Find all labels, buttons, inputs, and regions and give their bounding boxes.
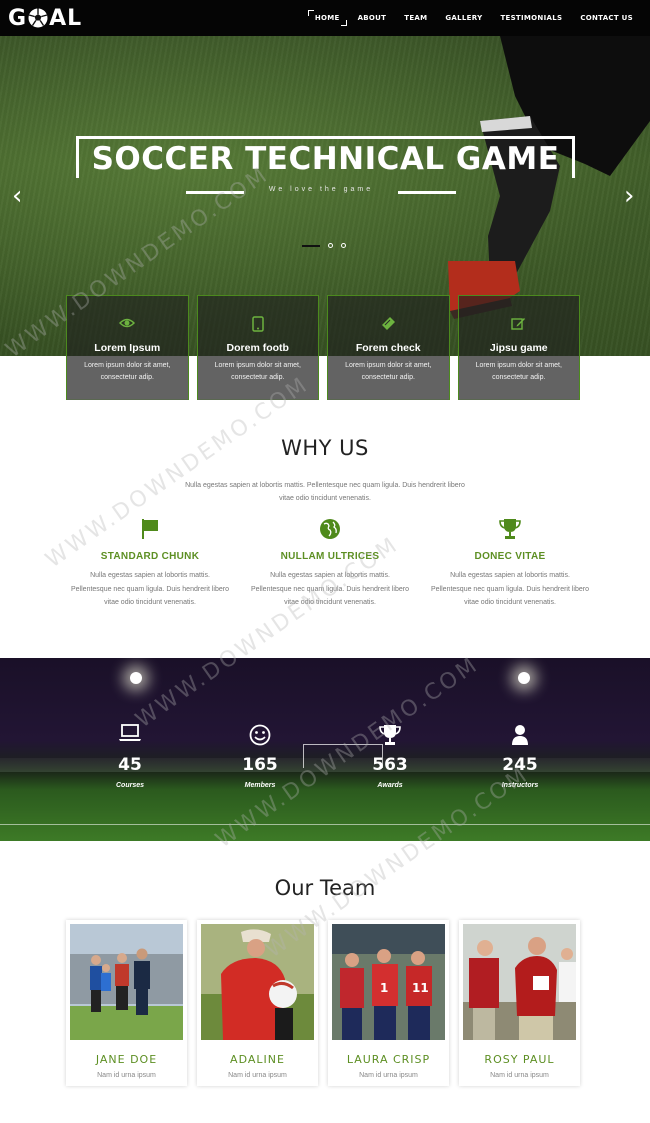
stat-label: Members: [244, 782, 276, 789]
user-icon: [512, 725, 528, 745]
stadium-light: [518, 672, 530, 684]
team-member-photo: [70, 924, 183, 1040]
slider-dot-active[interactable]: [302, 244, 320, 247]
top-navbar: G AL HOME ABOUT TEAM GALLERY TESTIMONIAL…: [0, 0, 650, 36]
stat-courses: 45 Courses: [80, 724, 180, 789]
team-member-card[interactable]: 1 11 LAURA CRISP Nam id urna ipsum: [328, 920, 449, 1086]
why-us-item-text: Nulla egestas sapien at lobortis mattis.…: [71, 572, 229, 606]
why-us-item-title: DONEC VITAE: [474, 551, 546, 562]
feature-title: Lorem Ipsum: [94, 342, 161, 354]
stat-label: Awards: [377, 782, 403, 789]
tablet-icon: [252, 316, 264, 332]
why-us-item: NULLAM ULTRICES Nulla egestas sapien at …: [250, 518, 410, 610]
stat-label: Instructors: [501, 782, 539, 789]
why-us-columns: STANDARD CHUNK Nulla egestas sapien at l…: [70, 518, 590, 610]
edit-icon: [511, 318, 526, 330]
trophy-icon: [499, 519, 521, 539]
slider-next-arrow-icon[interactable]: ›: [624, 183, 634, 209]
why-us-item: DONEC VITAE Nulla egestas sapien at lobo…: [430, 518, 590, 610]
team-member-photo: [201, 924, 314, 1040]
slider-pagination: [302, 243, 346, 248]
nav-gallery[interactable]: GALLERY: [436, 14, 491, 22]
stat-value: 165: [242, 755, 278, 775]
team-member-photo: 1 11: [332, 924, 445, 1040]
slider-dot[interactable]: [341, 243, 346, 248]
team-member-card[interactable]: ROSY PAUL Nam id urna ipsum: [459, 920, 580, 1086]
team-member-role: Nam id urna ipsum: [359, 1072, 418, 1079]
feature-text: Lorem ipsum dolor sit amet, consectetur …: [345, 362, 432, 381]
team-member-card[interactable]: ADALINE Nam id urna ipsum: [197, 920, 318, 1086]
stat-label: Courses: [115, 782, 144, 789]
stat-awards: 563 Awards: [340, 724, 440, 789]
stat-instructors: 245 Instructors: [470, 724, 570, 789]
nav-contact[interactable]: CONTACT US: [571, 14, 642, 22]
slider-dot[interactable]: [328, 243, 333, 248]
feature-text: Lorem ipsum dolor sit amet, consectetur …: [214, 362, 301, 381]
team-member-role: Nam id urna ipsum: [228, 1072, 287, 1079]
stat-members: 165 Members: [210, 724, 310, 789]
team-member-name: ADALINE: [230, 1053, 285, 1066]
ticket-icon: [382, 317, 396, 330]
team-member-card[interactable]: JANE DOE Nam id urna ipsum: [66, 920, 187, 1086]
divider: [398, 191, 456, 194]
stat-value: 245: [502, 755, 538, 775]
why-us-item-text: Nulla egestas sapien at lobortis mattis.…: [431, 572, 589, 606]
nav-home[interactable]: HOME: [306, 10, 349, 26]
smile-icon: [249, 724, 271, 746]
svg-text:1: 1: [380, 981, 388, 995]
feature-boxes: Lorem Ipsum Lorem ipsum dolor sit amet, …: [66, 295, 580, 400]
team-member-name: ROSY PAUL: [484, 1053, 555, 1066]
stat-value: 563: [372, 755, 408, 775]
nav-team[interactable]: TEAM: [395, 14, 436, 22]
section-title-our-team: Our Team: [274, 876, 376, 900]
nav-testimonials[interactable]: TESTIMONIALS: [491, 14, 571, 22]
team-member-role: Nam id urna ipsum: [97, 1072, 156, 1079]
team-member-name: JANE DOE: [95, 1053, 158, 1066]
why-us-item-text: Nulla egestas sapien at lobortis mattis.…: [251, 572, 409, 606]
hero-subtitle: We love the game: [268, 186, 374, 193]
feature-box[interactable]: Forem check Lorem ipsum dolor sit amet, …: [327, 295, 450, 400]
section-description: Nulla egestas sapien at lobortis mattis.…: [185, 482, 465, 502]
feature-text: Lorem ipsum dolor sit amet, consectetur …: [84, 362, 171, 381]
team-member-photo: [463, 924, 576, 1040]
flag-icon: [142, 519, 158, 539]
trophy-icon: [379, 725, 401, 745]
team-member-role: Nam id urna ipsum: [490, 1072, 549, 1079]
eye-icon: [119, 318, 136, 328]
team-cards: JANE DOE Nam id urna ipsum ADALINE Nam i…: [66, 920, 580, 1086]
feature-title: Jipsu game: [489, 342, 548, 354]
laptop-icon: [119, 724, 141, 741]
stadium-light: [130, 672, 142, 684]
globe-icon: [320, 519, 340, 539]
feature-box[interactable]: Lorem Ipsum Lorem ipsum dolor sit amet, …: [66, 295, 189, 400]
feature-box[interactable]: Dorem footb Lorem ipsum dolor sit amet, …: [196, 295, 319, 400]
divider: [186, 191, 244, 194]
feature-text: Lorem ipsum dolor sit amet, consectetur …: [475, 362, 562, 381]
why-us-item-title: STANDARD CHUNK: [100, 551, 200, 562]
slider-prev-arrow-icon[interactable]: ‹: [12, 183, 22, 209]
stat-value: 45: [118, 755, 142, 775]
why-us-item-title: NULLAM ULTRICES: [280, 551, 380, 562]
team-member-name: LAURA CRISP: [346, 1053, 431, 1066]
feature-title: Dorem footb: [226, 342, 289, 354]
feature-title: Forem check: [355, 342, 421, 354]
section-title-why-us: WHY US: [281, 436, 369, 460]
nav-about[interactable]: ABOUT: [349, 14, 396, 22]
soccer-ball-icon: [28, 8, 48, 28]
main-menu: HOME ABOUT TEAM GALLERY TESTIMONIALS CON…: [306, 0, 642, 36]
why-us-item: STANDARD CHUNK Nulla egestas sapien at l…: [70, 518, 230, 610]
logo[interactable]: G AL: [8, 6, 82, 31]
hero-title: SOCCER TECHNICAL GAME: [91, 141, 560, 177]
svg-text:11: 11: [412, 981, 429, 995]
feature-box[interactable]: Jipsu game Lorem ipsum dolor sit amet, c…: [457, 295, 580, 400]
